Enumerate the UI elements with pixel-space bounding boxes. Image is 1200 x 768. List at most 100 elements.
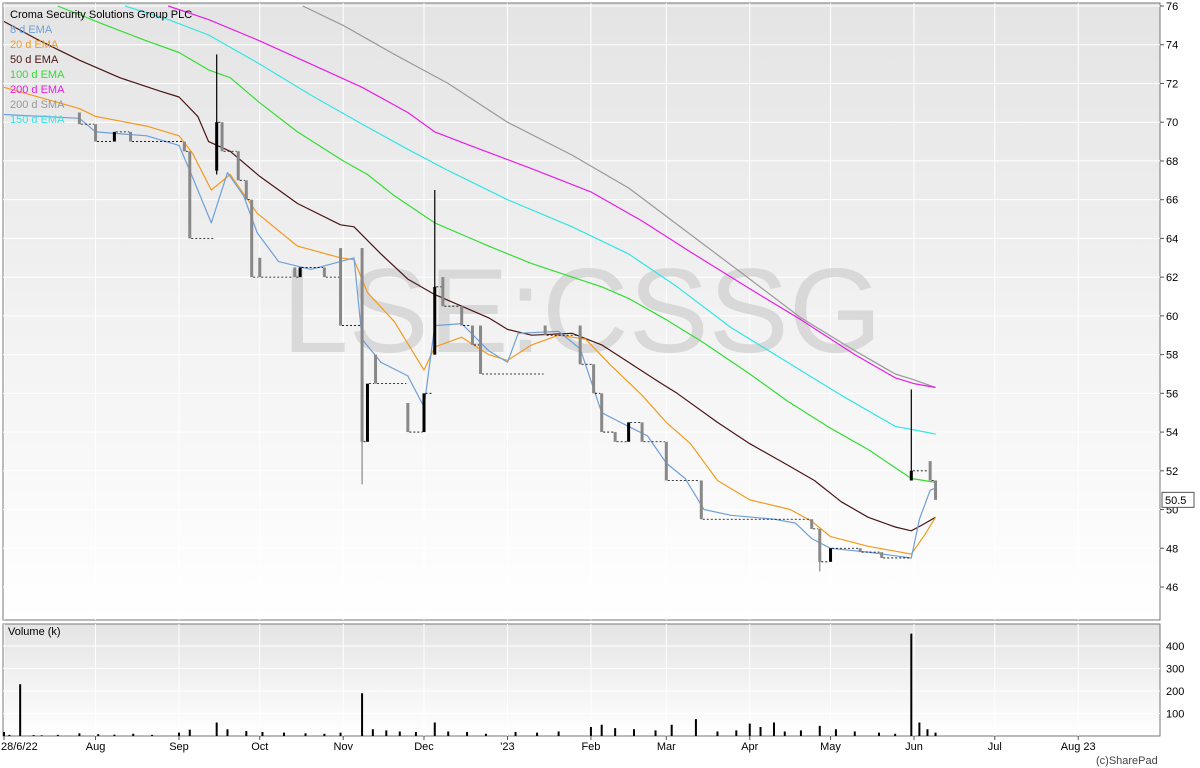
candle-body (460, 306, 464, 326)
volume-tick-label: 300 (1166, 664, 1184, 676)
volume-bar (215, 722, 218, 736)
volume-bar (97, 734, 100, 736)
volume-bar (151, 734, 154, 736)
date-tick-label: Mar (657, 741, 676, 753)
candle-body (640, 422, 644, 442)
volume-bar (557, 731, 560, 736)
candle-body (479, 325, 483, 374)
date-axis: 28/6/22 Aug Sep Oct Nov Dec '23 Feb Mar Apr May Jun… (1, 736, 1096, 753)
volume-bar (735, 730, 738, 736)
volume-tick-label: 200 (1166, 686, 1184, 698)
date-tick-label: Apr (741, 741, 758, 753)
candle-body (613, 432, 617, 442)
candle-body (322, 267, 326, 278)
date-tick-label: Aug 23 (1061, 741, 1096, 753)
last-price-label: 50.5 (1165, 495, 1186, 507)
volume-bar (261, 731, 264, 736)
candle-body (406, 403, 410, 433)
candle-body (441, 277, 445, 307)
price-tick-label: 66 (1166, 195, 1178, 207)
volume-bar (113, 734, 116, 736)
candle-body (293, 267, 297, 278)
candle-body (627, 422, 631, 442)
volume-bar (188, 729, 191, 736)
candle-body (182, 141, 186, 152)
volume-bar (56, 734, 59, 736)
volume-tick-label: 400 (1166, 641, 1184, 653)
volume-bar (78, 733, 81, 736)
candle-body (112, 131, 116, 142)
volume-bar (694, 719, 697, 736)
candle-body (339, 248, 343, 326)
candle-body (360, 248, 364, 442)
price-tick-label: 56 (1166, 388, 1178, 400)
date-tick-label: '23 (500, 741, 514, 753)
date-tick-label: Sep (169, 741, 189, 753)
date-tick-label: Feb (581, 741, 600, 753)
price-tick-label: 68 (1166, 156, 1178, 168)
candle-body (215, 122, 219, 171)
volume-axis: 100 200 300 400 (1166, 641, 1184, 721)
volume-bar (589, 727, 592, 736)
price-tick-label: 64 (1166, 233, 1178, 245)
volume-bar (536, 732, 539, 736)
price-tick-label: 48 (1166, 543, 1178, 555)
volume-bar (304, 733, 307, 736)
legend-item: 100 d EMA (10, 69, 65, 81)
volume-bar (447, 731, 450, 736)
candle-body (543, 325, 547, 336)
last-price-tag: 50.5 (1161, 491, 1195, 508)
volume-bar (226, 729, 229, 736)
candle-body (880, 552, 884, 558)
volume-bar (773, 722, 775, 736)
volume-bar (283, 732, 285, 736)
date-tick-label: 28/6/22 (1, 741, 38, 753)
candle-body (592, 364, 596, 394)
chart: LSE:CSSG 4648505254565860626466687072747… (1, 1, 1195, 767)
volume-bar (414, 731, 417, 736)
candle-body (129, 131, 133, 142)
volume-bar (466, 731, 469, 736)
legend-item: 200 d EMA (10, 84, 65, 96)
price-tick-label: 58 (1166, 350, 1178, 362)
volume-bar (8, 734, 11, 736)
volume-bar (361, 693, 364, 736)
volume-bar (633, 729, 635, 736)
volume-bar (178, 732, 180, 736)
candle-body (77, 112, 81, 125)
date-tick-label: Dec (414, 741, 434, 753)
volume-bar (385, 730, 388, 736)
candle-body (928, 461, 932, 481)
candle-body (433, 286, 437, 355)
volume-bar (818, 725, 821, 736)
volume-bar (514, 731, 517, 736)
volume-bar (654, 730, 657, 736)
candle-body (600, 393, 604, 433)
candle-body (220, 122, 224, 152)
volume-bar (834, 729, 837, 736)
chart-title: Croma Security Solutions Group PLC (10, 9, 192, 21)
date-tick-label: Nov (333, 741, 353, 753)
legend-item: 8 d EMA (10, 24, 53, 36)
price-tick-label: 62 (1166, 272, 1178, 284)
candle-body (909, 470, 913, 481)
volume-bar (3, 731, 5, 736)
volume-bar (910, 633, 913, 736)
volume-bar (783, 731, 786, 736)
volume-panel-background (2, 623, 1161, 737)
candle-body (934, 480, 938, 500)
volume-bar (934, 732, 937, 736)
price-tick-label: 74 (1166, 40, 1178, 52)
volume-bar (926, 729, 929, 736)
date-tick-label: Jul (988, 741, 1002, 753)
volume-bar (894, 733, 897, 736)
candle-body (422, 393, 426, 433)
candle-body (244, 180, 248, 200)
date-tick-label: Aug (86, 741, 106, 753)
volume-panel-label: Volume (k) (8, 626, 61, 638)
legend-item: 150 d EMA (10, 114, 65, 126)
legend-item: 200 d SMA (10, 99, 65, 111)
price-tick-label: 70 (1166, 117, 1178, 129)
volume-bar (748, 723, 751, 736)
volume-bar (132, 733, 135, 736)
